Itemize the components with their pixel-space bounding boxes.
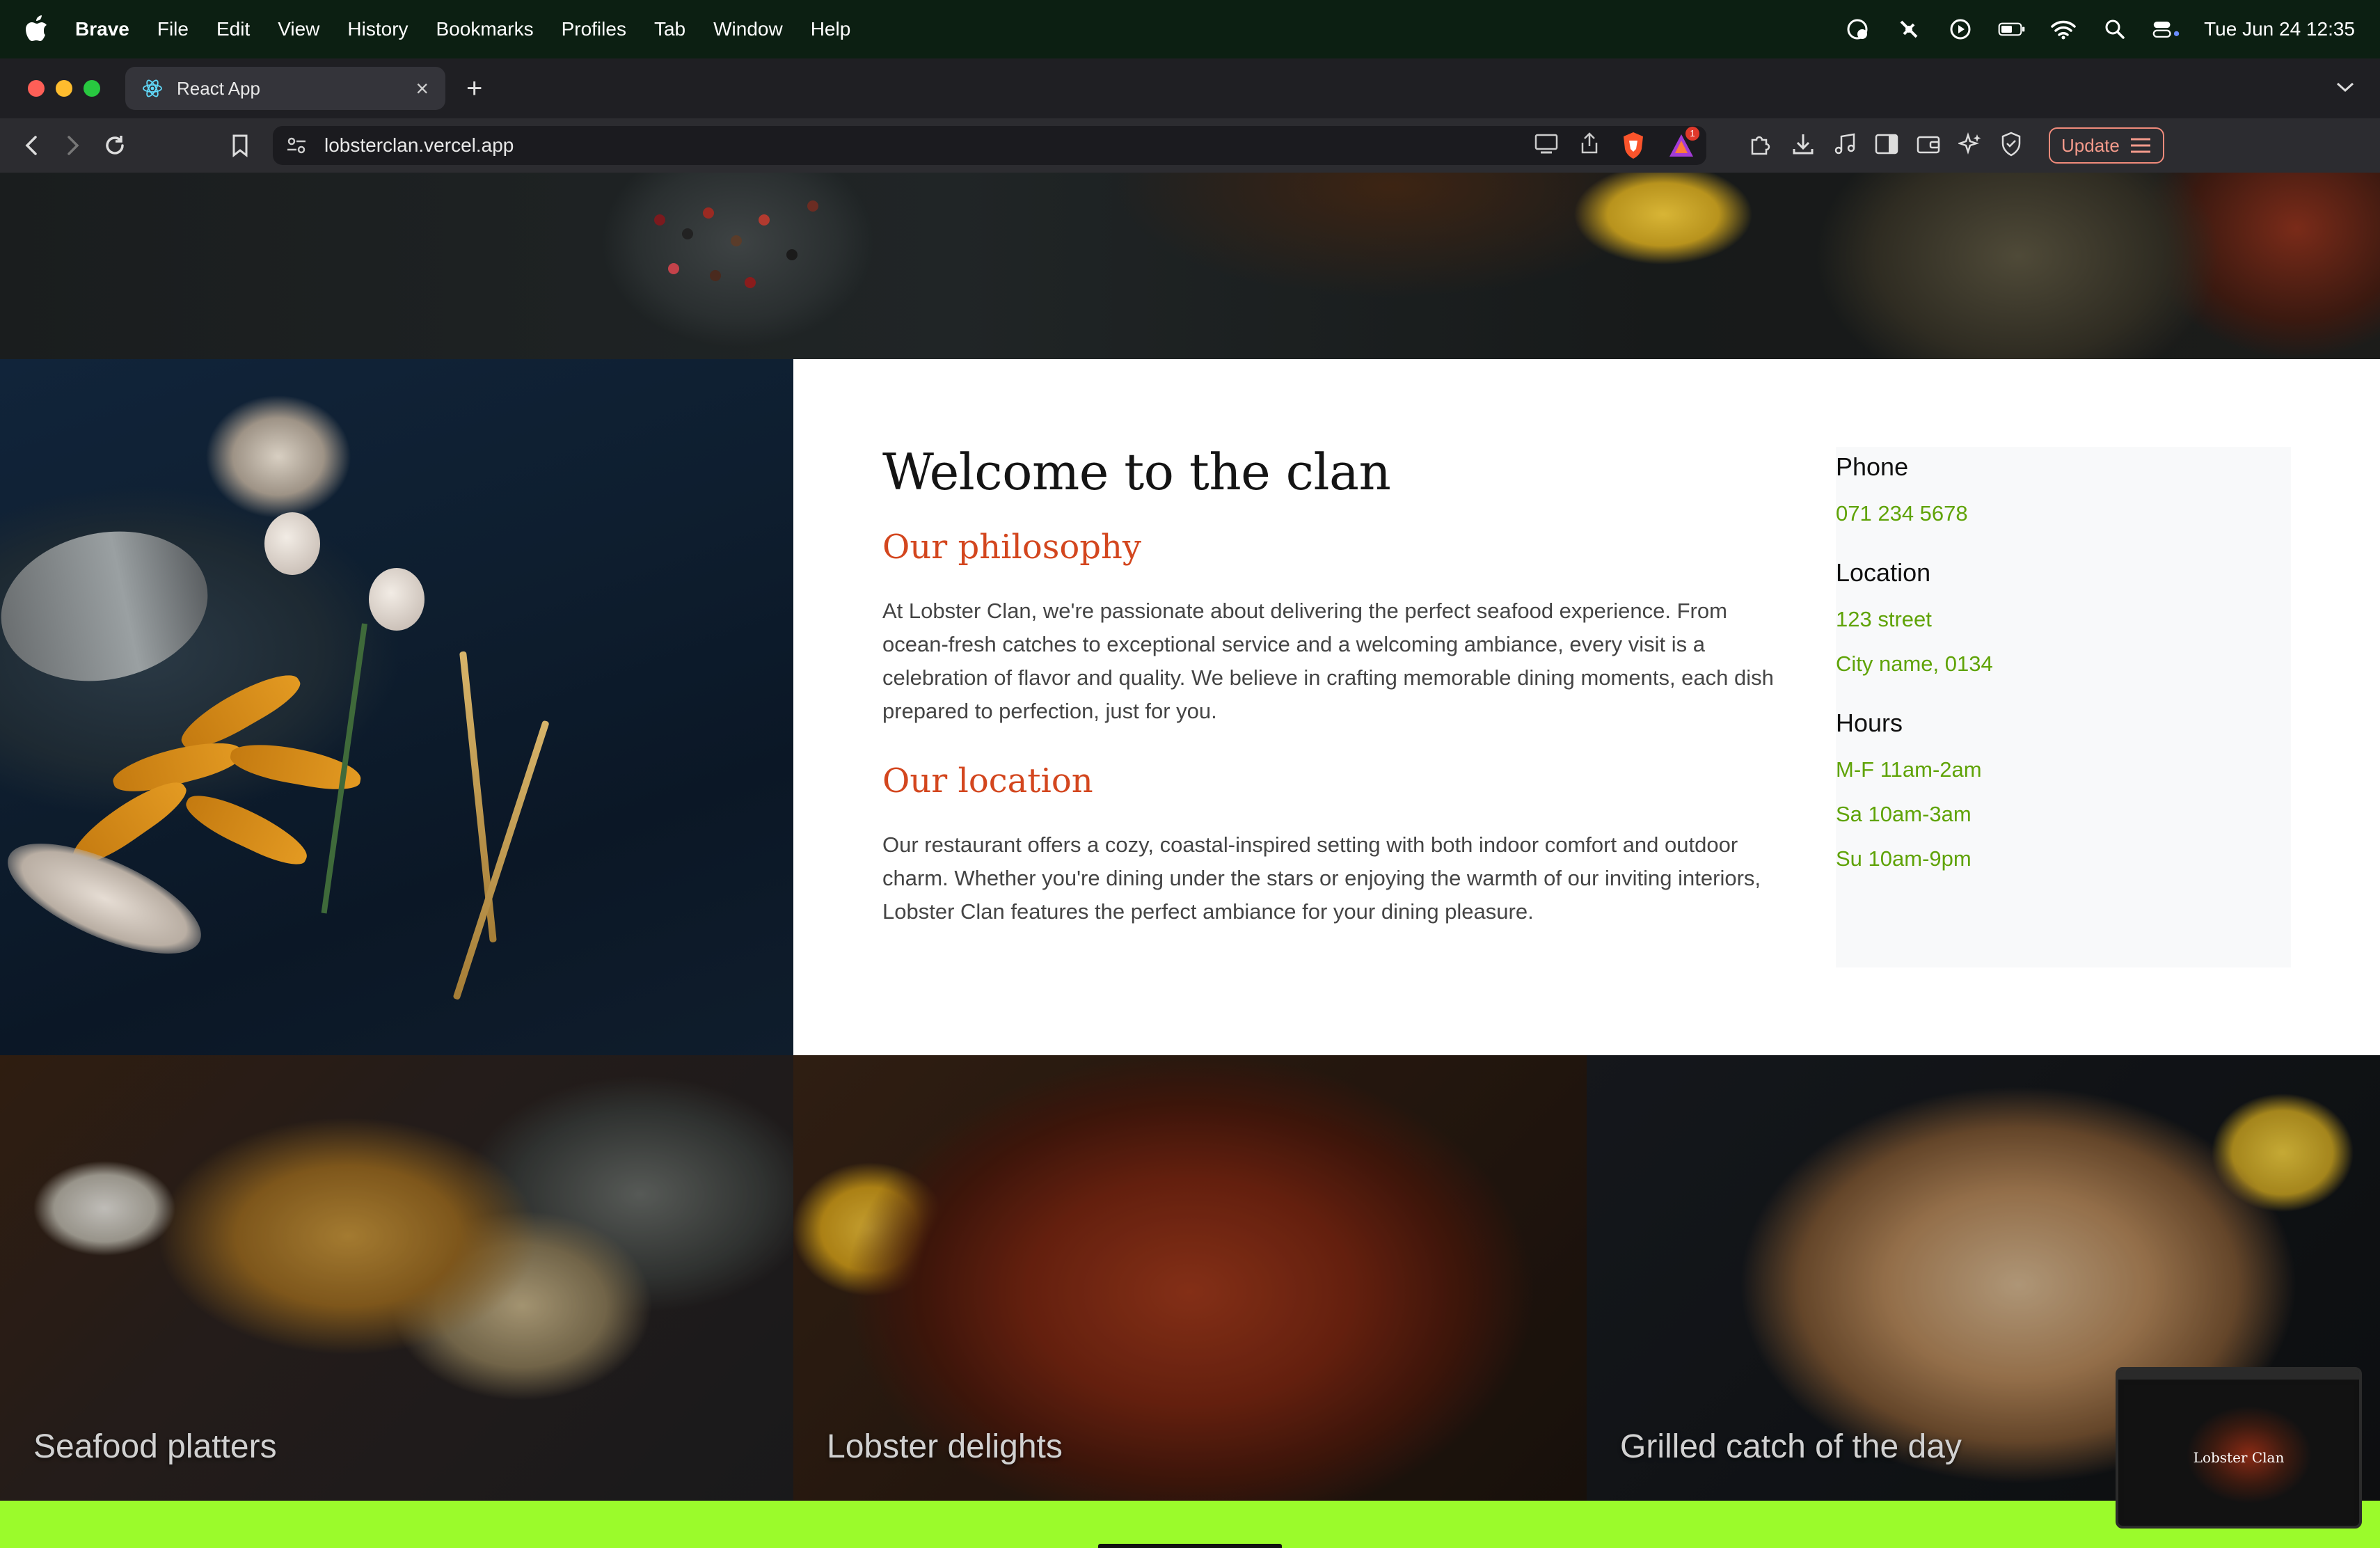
menu-view[interactable]: View — [278, 18, 319, 40]
sidebar-toggle-icon[interactable] — [1875, 134, 1898, 158]
vpn-shield-icon[interactable] — [2000, 132, 2022, 160]
mango-slice — [180, 785, 315, 873]
menu-edit[interactable]: Edit — [216, 18, 250, 40]
gold-fork — [452, 720, 550, 1000]
site-settings-icon[interactable] — [284, 133, 309, 158]
satellite-icon[interactable] — [1895, 18, 1923, 40]
preview-hero: Lobster Clan — [2124, 1385, 2354, 1520]
wifi-icon[interactable] — [2049, 18, 2077, 40]
downloads-icon[interactable] — [1791, 132, 1815, 159]
gallery-card-lobster-delights[interactable]: Lobster delights — [793, 1055, 1587, 1501]
tab-title: React App — [177, 77, 260, 99]
tab-react-app[interactable]: React App × — [125, 67, 445, 110]
browser-toolbar: lobsterclan.vercel.app 1 Update — [0, 118, 2380, 173]
battery-icon[interactable] — [1998, 18, 2026, 40]
preview-browser-bar — [2118, 1370, 2359, 1380]
tab-list-chevron-icon[interactable] — [2335, 81, 2355, 97]
close-window-button[interactable] — [28, 80, 45, 97]
street-address[interactable]: 123 street — [1836, 607, 1932, 632]
hero-image-strip — [0, 173, 2380, 359]
hours-weekday: M-F 11am-2am — [1836, 757, 1982, 782]
mango-slice — [174, 662, 306, 759]
dish-gallery: Seafood platters Lobster delights Grille… — [0, 1055, 2380, 1501]
location-label: Location — [1836, 558, 1931, 587]
menu-window[interactable]: Window — [713, 18, 783, 40]
philosophy-heading: Our philosophy — [882, 528, 1141, 567]
location-heading: Our location — [882, 761, 1093, 800]
tab-close-icon[interactable]: × — [415, 76, 429, 102]
gallery-caption: Grilled catch of the day — [1620, 1428, 1962, 1465]
leo-ai-sparkle-icon[interactable] — [1957, 132, 1982, 159]
reload-icon[interactable] — [97, 128, 132, 163]
url-text[interactable]: lobsterclan.vercel.app — [324, 134, 514, 157]
play-icon[interactable] — [1946, 18, 1974, 40]
menu-bookmarks[interactable]: Bookmarks — [436, 18, 534, 40]
address-bar[interactable]: lobsterclan.vercel.app 1 — [273, 126, 1706, 165]
menu-tab[interactable]: Tab — [654, 18, 685, 40]
menu-help[interactable]: Help — [811, 18, 851, 40]
react-logo-icon — [143, 79, 162, 97]
footer-lime-bar — [0, 1501, 2380, 1548]
hamburger-menu-icon — [2130, 138, 2150, 153]
media-music-icon[interactable] — [1833, 132, 1857, 159]
gallery-caption: Seafood platters — [33, 1428, 277, 1465]
brave-shields-icon[interactable] — [1620, 131, 1647, 160]
cast-icon[interactable] — [1534, 133, 1559, 159]
back-arrow-icon[interactable] — [14, 128, 49, 163]
share-icon[interactable] — [1580, 132, 1599, 160]
window-controls — [28, 80, 100, 97]
menu-file[interactable]: File — [157, 18, 189, 40]
hours-sunday: Su 10am-9pm — [1836, 846, 1972, 871]
brave-rewards-icon[interactable]: 1 — [1667, 127, 1699, 159]
rewards-badge: 1 — [1685, 127, 1699, 141]
menu-app-name[interactable]: Brave — [75, 18, 129, 40]
wallet-icon[interactable] — [1917, 134, 1940, 158]
city-address[interactable]: City name, 0134 — [1836, 651, 1993, 677]
phone-label: Phone — [1836, 452, 1909, 481]
location-text: Our restaurant offers a cozy, coastal-in… — [882, 832, 1761, 924]
apple-menu-icon[interactable] — [25, 15, 49, 43]
home-indicator — [1098, 1544, 1282, 1548]
screenshot-preview-thumbnail[interactable]: Lobster Clan — [2116, 1367, 2362, 1529]
menu-profiles[interactable]: Profiles — [562, 18, 626, 40]
menu-history[interactable]: History — [347, 18, 408, 40]
garlic-clove — [369, 568, 425, 631]
welcome-section: Welcome to the clan Our philosophy At Lo… — [793, 359, 2380, 1055]
forward-arrow-icon[interactable] — [56, 128, 90, 163]
minimize-window-button[interactable] — [56, 80, 72, 97]
web-page: Welcome to the clan Our philosophy At Lo… — [0, 173, 2380, 1548]
phone-number[interactable]: 071 234 5678 — [1836, 501, 1968, 526]
zoom-window-button[interactable] — [84, 80, 100, 97]
update-button[interactable]: Update — [2049, 127, 2164, 164]
contact-info-card: Phone 071 234 5678 Location 123 street C… — [1836, 447, 2291, 968]
seafood-plate-photo — [0, 359, 793, 1055]
vpn-status-icon[interactable] — [1843, 18, 1871, 40]
gallery-caption: Lobster delights — [827, 1428, 1063, 1465]
browser-tab-strip: React App × + — [0, 58, 2380, 118]
bookmark-icon[interactable] — [223, 128, 257, 163]
fish-image — [0, 513, 222, 700]
new-tab-plus-icon[interactable]: + — [466, 74, 482, 102]
garlic-clove — [264, 512, 320, 575]
philosophy-text: At Lobster Clan, we're passionate about … — [882, 599, 1774, 723]
update-label: Update — [2061, 134, 2120, 156]
control-center-icon[interactable] — [2152, 18, 2180, 40]
hours-label: Hours — [1836, 709, 1903, 737]
page-title: Welcome to the clan — [882, 443, 1391, 501]
preview-title: Lobster Clan — [2193, 1449, 2285, 1466]
gallery-card-seafood-platters[interactable]: Seafood platters — [0, 1055, 793, 1501]
hours-saturday: Sa 10am-3am — [1836, 802, 1972, 826]
macos-menu-bar: Brave File Edit View History Bookmarks P… — [0, 0, 2380, 58]
spotlight-search-icon[interactable] — [2101, 18, 2129, 40]
extensions-puzzle-icon[interactable] — [1748, 132, 1773, 160]
menubar-clock[interactable]: Tue Jun 24 12:35 — [2204, 18, 2355, 40]
